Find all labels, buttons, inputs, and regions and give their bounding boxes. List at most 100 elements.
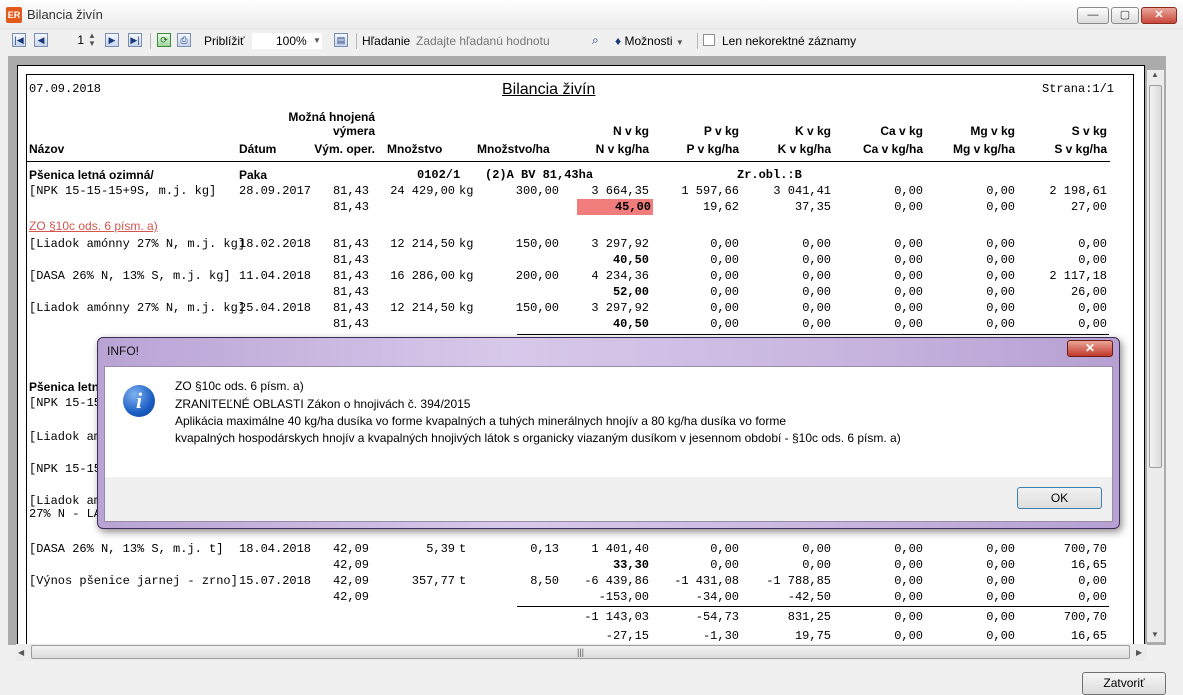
row-area: 42,09: [332, 542, 369, 556]
refresh-icon[interactable]: ⟳: [157, 33, 171, 47]
row-n-ha: 33,30: [612, 558, 649, 572]
row-amount: 24 429,00: [390, 184, 455, 198]
dialog-close-button[interactable]: ✕: [1067, 340, 1113, 357]
row-k: 0,00: [802, 301, 831, 315]
row-k: 0,00: [802, 542, 831, 556]
total-k-ha: 19,75: [794, 629, 831, 643]
header-p-top: P v kg: [703, 124, 739, 138]
dialog-line-3: Aplikácia maximálne 40 kg/ha dusíka vo f…: [175, 414, 786, 428]
info-dialog: INFO! ✕ i ZO §10c ods. 6 písm. a) ZRANIT…: [97, 337, 1120, 529]
row-n: 3 664,35: [591, 184, 649, 198]
close-report-button[interactable]: Zatvoriť: [1082, 672, 1166, 695]
row-p-ha: -34,00: [695, 590, 739, 604]
row-mg: 0,00: [986, 301, 1015, 315]
next-page-icon[interactable]: ▶: [105, 33, 119, 47]
chevron-down-icon: ▼: [675, 38, 684, 47]
app-icon: ER: [6, 7, 22, 23]
row-s-ha: 26,00: [1070, 285, 1107, 299]
subtotal-divider: [517, 334, 1109, 335]
scroll-up-icon[interactable]: ▲: [1151, 70, 1159, 79]
only-incorrect-checkbox[interactable]: [703, 34, 715, 46]
window-title: Bilancia živín: [27, 7, 103, 22]
vertical-scroll-thumb[interactable]: [1149, 85, 1162, 468]
row-ca-ha: 0,00: [894, 590, 923, 604]
total-n: -1 143,03: [584, 610, 649, 624]
header-divider: [27, 161, 1110, 162]
scroll-left-icon[interactable]: ◀: [18, 648, 24, 657]
row-ca-ha: 0,00: [894, 253, 923, 267]
dialog-content: i ZO §10c ods. 6 písm. a) ZRANITEĽNÉ OBL…: [104, 366, 1113, 478]
row-mg-ha: 0,00: [986, 590, 1015, 604]
last-page-icon[interactable]: ▶|: [128, 33, 142, 47]
row-name: [Liadok amónny 27% N, m.j. kg]: [29, 301, 246, 315]
row-unit: kg: [459, 237, 474, 251]
horizontal-scroll-thumb[interactable]: |||: [31, 645, 1130, 659]
row-amount-ha: 0,13: [530, 542, 559, 556]
row-s: 0,00: [1078, 574, 1107, 588]
row-k-ha: 0,00: [802, 253, 831, 267]
row-s: 2 117,18: [1049, 269, 1107, 283]
row-amount: 12 214,50: [390, 301, 455, 315]
header-date: Dátum: [239, 142, 277, 156]
maximize-button[interactable]: ▢: [1111, 7, 1139, 24]
total-s-ha: 16,65: [1070, 629, 1107, 643]
scroll-down-icon[interactable]: ▼: [1151, 630, 1159, 639]
previous-page-icon[interactable]: ◀: [34, 33, 48, 47]
row-date: 15.07.2018: [239, 574, 312, 588]
row-k-ha: 37,35: [794, 200, 831, 214]
ok-button[interactable]: OK: [1017, 487, 1102, 509]
row-p: 0,00: [710, 237, 739, 251]
row-ca-ha: 0,00: [894, 558, 923, 572]
row-k-ha: 0,00: [802, 285, 831, 299]
header-ca: Ca v kg/ha: [862, 142, 923, 156]
row-amount-ha: 8,50: [530, 574, 559, 588]
row-n: 3 297,92: [591, 301, 649, 315]
toolbar-separator: [356, 33, 357, 49]
minimize-button[interactable]: —: [1077, 7, 1109, 24]
row-amount-ha: 300,00: [515, 184, 559, 198]
scroll-right-icon[interactable]: ▶: [1136, 648, 1142, 657]
row-k-ha: -42,50: [787, 590, 831, 604]
toolbar-separator: [697, 33, 698, 49]
header-mg-top: Mg v kg: [970, 124, 1015, 138]
row-ca: 0,00: [894, 269, 923, 283]
row-p: 0,00: [710, 301, 739, 315]
page-spinner[interactable]: ▲ ▼: [88, 32, 96, 48]
search-input[interactable]: [414, 32, 586, 49]
row-p-ha: 0,00: [710, 285, 739, 299]
row-p: 0,00: [710, 542, 739, 556]
row-area-ha: 81,43: [332, 285, 369, 299]
row-k-ha: 0,00: [802, 558, 831, 572]
zoom-label: Priblížiť: [204, 34, 245, 48]
row-area-ha: 42,09: [332, 558, 369, 572]
close-window-button[interactable]: ✕: [1141, 7, 1177, 24]
zoom-select[interactable]: 100% ▼: [252, 33, 322, 49]
page-number-input[interactable]: 1: [60, 33, 84, 49]
search-label: Hľadanie: [362, 34, 411, 48]
toolbar: |◀ ◀ 1 ▲ ▼ ▶ ▶| ⟳ ⎙ Priblížiť 100% ▼ ▤ Hľ…: [0, 30, 1183, 52]
header-area: Vým. oper.: [314, 142, 375, 156]
row-date: 18.04.2018: [239, 542, 312, 556]
header-ca-top: Ca v kg: [880, 124, 923, 138]
row-ca: 0,00: [894, 574, 923, 588]
row-p-ha: 0,00: [710, 558, 739, 572]
row-p: -1 431,08: [674, 574, 739, 588]
export-icon[interactable]: ▤: [334, 33, 348, 47]
print-icon[interactable]: ⎙: [177, 33, 191, 47]
row-name: [Liadok amónny 27% N, m.j. kg]: [29, 237, 246, 251]
row-n: 3 297,92: [591, 237, 649, 251]
zoom-value: 100%: [276, 34, 307, 48]
first-page-icon[interactable]: |◀: [12, 33, 26, 47]
row-s: 0,00: [1078, 237, 1107, 251]
info-icon: i: [123, 385, 155, 417]
violation-link[interactable]: ZO §10c ods. 6 písm. a): [29, 218, 158, 234]
dialog-footer: OK: [104, 477, 1113, 522]
parcel-info: (2)A BV 81,43ha: [485, 168, 594, 182]
row-mg: 0,00: [986, 542, 1015, 556]
parcel-code: 0102/1: [417, 168, 461, 182]
row-unit: kg: [459, 184, 474, 198]
row-area-ha: 81,43: [332, 253, 369, 267]
search-icon[interactable]: ⌕: [592, 33, 599, 48]
row-mg-ha: 0,00: [986, 253, 1015, 267]
options-button[interactable]: ♦ Možnosti ▼: [615, 34, 684, 48]
